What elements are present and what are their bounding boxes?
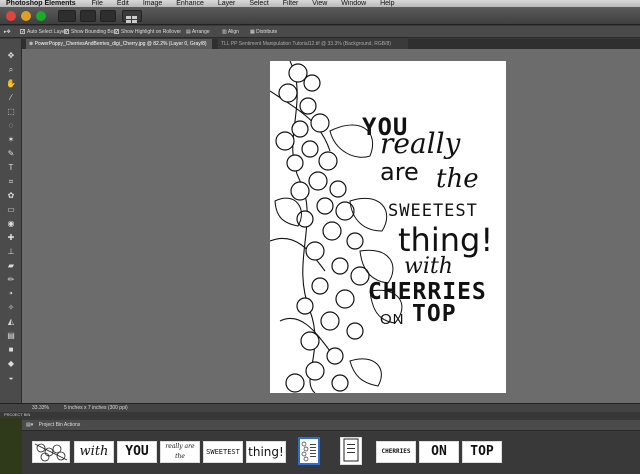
bin-thumb-sweetest[interactable]: SWEETEST — [203, 441, 243, 463]
cherry-thumb-icon — [34, 443, 68, 462]
crop-tool-icon[interactable]: ⌗ — [6, 177, 16, 187]
arrange-label: Arrange — [191, 29, 210, 35]
checkbox-icon: ✓ — [64, 29, 70, 36]
menu-layer[interactable]: Layer — [218, 0, 236, 7]
brush-tool-icon[interactable]: ⁍ — [6, 289, 16, 299]
straighten-tool-icon[interactable]: ▭ — [6, 205, 16, 215]
actions-icon: ▤▾ — [26, 422, 34, 428]
bin-thumb-top[interactable]: TOP — [462, 441, 502, 463]
zoom-level-button[interactable] — [80, 10, 96, 22]
menu-enhance[interactable]: Enhance — [176, 0, 204, 7]
auto-select-option[interactable]: ✓ Auto Select Layer — [20, 26, 66, 38]
actions-label: Project Bin Actions — [38, 422, 81, 428]
desktop-background — [0, 412, 22, 474]
cookie-cutter-tool-icon[interactable]: ✿ — [6, 191, 16, 201]
sentiment-on: ON — [380, 311, 405, 328]
tab-sentiment-tif[interactable]: TLL PP Sentiment Manipulation Tutorial12… — [218, 39, 408, 49]
minimize-window-button[interactable] — [21, 11, 31, 21]
menu-window[interactable]: Window — [341, 0, 366, 7]
paint-bucket-tool-icon[interactable]: ◭ — [6, 317, 16, 327]
zoom-tool-icon[interactable]: ⌕ — [6, 65, 16, 75]
align-label: Align — [227, 29, 239, 35]
sentiment-top: TOP — [412, 301, 457, 327]
highlight-option[interactable]: ✓ Show Highlight on Rollover — [114, 26, 181, 38]
options-bar: ▸✥ ✓ Auto Select Layer ✓ Show Bounding Box… — [0, 26, 640, 38]
gradient-tool-icon[interactable]: ▤ — [6, 331, 16, 341]
move-tool-icon[interactable]: ✥ — [6, 51, 16, 61]
menu-filter[interactable]: Filter — [283, 0, 299, 7]
project-bin-actions[interactable]: ▤▾ Project Bin Actions — [22, 420, 640, 431]
arrange-documents-button[interactable] — [122, 10, 142, 23]
close-window-button[interactable] — [6, 11, 16, 21]
bin-thumb-thing[interactable]: thing! — [246, 441, 286, 463]
type-tool-icon[interactable]: T — [6, 163, 16, 173]
document-tabs: ⊗ PowerPoppy_CherriesAndBerries_digi_Che… — [22, 39, 640, 49]
smart-brush-tool-icon[interactable]: ✧ — [6, 303, 16, 313]
bounding-box-label: Show Bounding Box — [71, 29, 117, 35]
healing-brush-tool-icon[interactable]: ✚ — [6, 233, 16, 243]
menu-edit[interactable]: Edit — [117, 0, 129, 7]
hand-zoom-button[interactable] — [100, 10, 116, 22]
checkbox-icon: ✓ — [114, 29, 120, 36]
move-tool-icon: ▸✥ — [4, 29, 11, 35]
bin-thumb-cherries[interactable] — [32, 441, 70, 463]
bin-thumb-with[interactable]: with — [74, 441, 114, 463]
menu-bar: Photoshop Elements File Edit Image Enhan… — [0, 0, 640, 7]
distribute-button[interactable]: ▦ Distribute — [250, 26, 277, 38]
tab-label: TLL PP Sentiment Manipulation Tutorial12… — [221, 41, 391, 47]
distribute-label: Distribute — [256, 29, 278, 35]
auto-select-label: Auto Select Layer — [27, 29, 67, 35]
menu-image[interactable]: Image — [143, 0, 162, 7]
document-thumb-icon — [343, 438, 359, 462]
project-bin-label: PROJECT BIN — [0, 412, 640, 418]
bin-thumb-on[interactable]: ON — [419, 441, 459, 463]
pencil-tool-icon[interactable]: ✏ — [6, 275, 16, 285]
sentiment-really: really — [380, 127, 461, 160]
blur-tool-icon[interactable]: ◆ — [6, 359, 16, 369]
grid-icon — [126, 16, 137, 23]
project-bin — [22, 431, 640, 474]
zoom-window-button[interactable] — [36, 11, 46, 21]
document-canvas[interactable]: YOU really are the SWEETEST thing! with … — [270, 61, 506, 393]
menu-view[interactable]: View — [312, 0, 327, 7]
magic-wand-tool-icon[interactable]: ✶ — [6, 135, 16, 145]
sentiment-are: are — [380, 158, 419, 186]
highlight-label: Show Highlight on Rollover — [121, 29, 182, 35]
bin-thumb-sentiment-doc[interactable] — [340, 437, 362, 465]
menu-help[interactable]: Help — [380, 0, 394, 7]
sentiment-with: with — [404, 254, 453, 279]
tab-label: PowerPoppy_CherriesAndBerries_digi_Cherr… — [34, 41, 207, 47]
marquee-tool-icon[interactable]: ⬚ — [6, 107, 16, 117]
bin-thumb-cherries-text[interactable]: CHERRIES — [376, 441, 416, 463]
tab-cherry-jpg[interactable]: ⊗ PowerPoppy_CherriesAndBerries_digi_Che… — [26, 39, 212, 49]
document-thumb-icon — [300, 439, 318, 463]
bin-thumb-cherry-doc[interactable] — [298, 437, 320, 465]
menu-file[interactable]: File — [92, 0, 103, 7]
bounding-box-option[interactable]: ✓ Show Bounding Box — [64, 26, 116, 38]
app-name[interactable]: Photoshop Elements — [6, 0, 76, 7]
arrange-button[interactable]: ▤ Arrange — [186, 26, 210, 38]
launch-bridge-button[interactable] — [58, 10, 76, 22]
hand-tool-icon[interactable]: ✋ — [6, 79, 16, 89]
photoshop-window: Photoshop Elements File Edit Image Enhan… — [0, 0, 640, 474]
bin-thumb-you[interactable]: YOU — [117, 441, 157, 463]
title-bar — [0, 7, 640, 25]
sponge-tool-icon[interactable]: ◒ — [6, 373, 16, 383]
menu-select[interactable]: Select — [249, 0, 268, 7]
red-eye-tool-icon[interactable]: ◉ — [6, 219, 16, 229]
shape-tool-icon[interactable]: ■ — [6, 345, 16, 355]
selection-brush-tool-icon[interactable]: ✎ — [6, 149, 16, 159]
sentiment-sweetest: SWEETEST — [388, 201, 478, 221]
checkbox-icon: ✓ — [20, 29, 26, 36]
bin-thumb-really-are-the[interactable]: really are the — [160, 441, 200, 463]
sentiment-the: the — [436, 164, 479, 194]
status-bar: 33.33% 5 inches x 7 inches (300 ppi) — [0, 403, 640, 412]
clone-stamp-tool-icon[interactable]: ⊥ — [6, 247, 16, 257]
align-button[interactable]: ▥ Align — [222, 26, 239, 38]
eyedropper-tool-icon[interactable]: ⁄ — [6, 93, 16, 103]
lasso-tool-icon[interactable]: ◌ — [6, 121, 16, 131]
toolbox: ✥ ⌕ ✋ ⁄ ⬚ ◌ ✶ ✎ T ⌗ ✿ ▭ ◉ ✚ ⊥ ▰ ✏ ⁍ ✧ ◭ … — [0, 39, 22, 422]
eraser-tool-icon[interactable]: ▰ — [6, 261, 16, 271]
